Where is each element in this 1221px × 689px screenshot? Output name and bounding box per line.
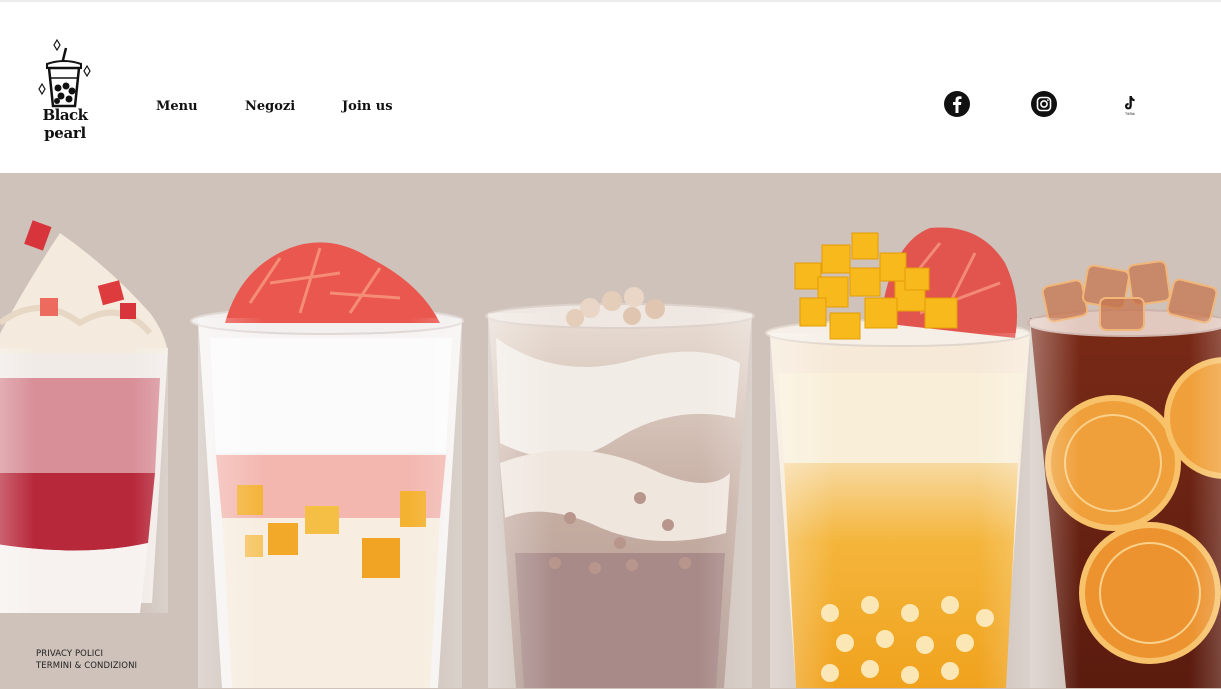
- privacy-policy-link[interactable]: PRIVACY POLICI: [36, 648, 137, 660]
- brand-logo[interactable]: Black pearl: [33, 38, 97, 148]
- grapefruit-mango-sago-drink: [190, 242, 464, 688]
- instagram-link[interactable]: [1030, 90, 1058, 118]
- footer-links: PRIVACY POLICI TERMINI & CONDIZIONI: [36, 648, 137, 672]
- bubble-tea-cup-icon: [38, 38, 91, 108]
- strawberry-cream-drink: [0, 220, 168, 613]
- taro-milk-drink: [485, 287, 755, 688]
- facebook-link[interactable]: [943, 90, 971, 118]
- lemon-black-tea-drink: [1027, 260, 1221, 688]
- tiktok-caption: TikTok: [1124, 112, 1135, 116]
- instagram-icon: [1031, 91, 1057, 117]
- site-header: Black pearl Menu Negozi Join us TikTok: [0, 2, 1221, 173]
- terms-conditions-link[interactable]: TERMINI & CONDIZIONI: [36, 660, 137, 672]
- facebook-icon: [944, 91, 970, 117]
- logo-text-line2: pearl: [44, 124, 86, 142]
- nav-item-menu[interactable]: Menu: [156, 99, 198, 114]
- nav-item-negozi[interactable]: Negozi: [245, 99, 295, 114]
- nav-item-join-us[interactable]: Join us: [342, 99, 393, 114]
- tiktok-link[interactable]: TikTok: [1116, 90, 1144, 118]
- hero-products-image: [0, 220, 1221, 688]
- mango-grapefruit-boba-drink: [765, 227, 1031, 688]
- hero-banner: [0, 173, 1221, 689]
- logo-text-line1: Black: [42, 106, 88, 124]
- tiktok-icon: TikTok: [1124, 96, 1135, 116]
